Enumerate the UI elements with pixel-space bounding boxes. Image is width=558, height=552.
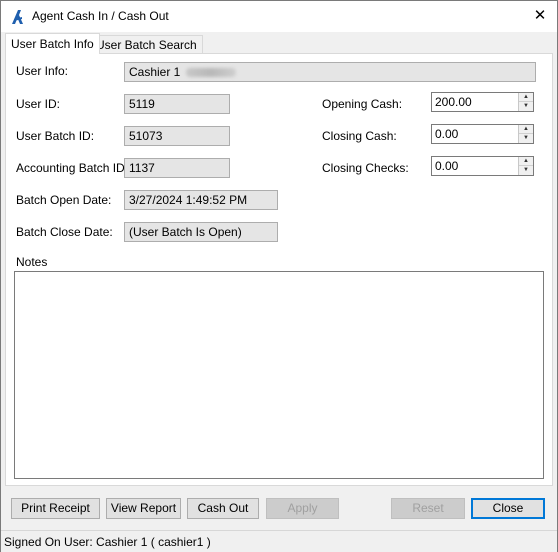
closing-cash-value[interactable]: 0.00 (435, 127, 458, 141)
opening-cash-stepper[interactable]: 200.00 ▲ ▼ (431, 92, 534, 112)
user-info-value: Cashier 1 (129, 65, 181, 79)
notes-textarea[interactable] (14, 271, 544, 479)
app-logo-icon (12, 10, 23, 24)
apply-button[interactable]: Apply (266, 498, 339, 519)
user-id-label: User ID: (16, 97, 61, 111)
closing-checks-down-icon[interactable]: ▼ (519, 166, 533, 175)
view-report-button[interactable]: View Report (106, 498, 181, 519)
closing-cash-up-icon[interactable]: ▲ (519, 125, 533, 134)
batch-close-date-label: Batch Close Date: (16, 225, 113, 239)
close-button[interactable]: Close (471, 498, 545, 519)
notes-label: Notes (16, 255, 48, 269)
closing-cash-down-icon[interactable]: ▼ (519, 134, 533, 143)
batch-open-date-label: Batch Open Date: (16, 193, 112, 207)
closing-checks-stepper[interactable]: 0.00 ▲ ▼ (431, 156, 534, 176)
redacted-name (186, 68, 237, 78)
agent-cash-window: Agent Cash In / Cash Out ✕ User Batch In… (0, 0, 558, 552)
tab-user-batch-info[interactable]: User Batch Info (5, 33, 100, 54)
status-bar: Signed On User: Cashier 1 ( cashier1 ) (1, 530, 557, 552)
signed-on-user-status: Signed On User: Cashier 1 ( cashier1 ) (4, 535, 211, 549)
closing-checks-up-icon[interactable]: ▲ (519, 157, 533, 166)
user-batch-id-label: User Batch ID: (16, 129, 95, 143)
user-info-label: User Info: (16, 64, 69, 78)
user-info-field: Cashier 1 (124, 62, 536, 82)
batch-open-date-field: 3/27/2024 1:49:52 PM (124, 190, 278, 210)
closing-cash-label: Closing Cash: (322, 129, 397, 143)
opening-cash-down-icon[interactable]: ▼ (519, 102, 533, 111)
print-receipt-button[interactable]: Print Receipt (11, 498, 100, 519)
cash-out-button[interactable]: Cash Out (187, 498, 259, 519)
opening-cash-up-icon[interactable]: ▲ (519, 93, 533, 102)
window-title: Agent Cash In / Cash Out (32, 9, 169, 23)
closing-checks-value[interactable]: 0.00 (435, 159, 458, 173)
batch-close-date-field: (User Batch Is Open) (124, 222, 278, 242)
close-window-icon[interactable]: ✕ (529, 6, 551, 26)
accounting-batch-id-field: 1137 (124, 158, 230, 178)
title-bar[interactable]: Agent Cash In / Cash Out ✕ (1, 1, 557, 32)
opening-cash-label: Opening Cash: (322, 97, 403, 111)
closing-cash-stepper[interactable]: 0.00 ▲ ▼ (431, 124, 534, 144)
tab-user-batch-search[interactable]: User Batch Search (90, 35, 203, 53)
closing-checks-label: Closing Checks: (322, 161, 409, 175)
reset-button[interactable]: Reset (391, 498, 465, 519)
user-batch-id-field: 51073 (124, 126, 230, 146)
opening-cash-value[interactable]: 200.00 (435, 95, 472, 109)
accounting-batch-id-label: Accounting Batch ID: (16, 161, 129, 175)
user-id-field: 5119 (124, 94, 230, 114)
